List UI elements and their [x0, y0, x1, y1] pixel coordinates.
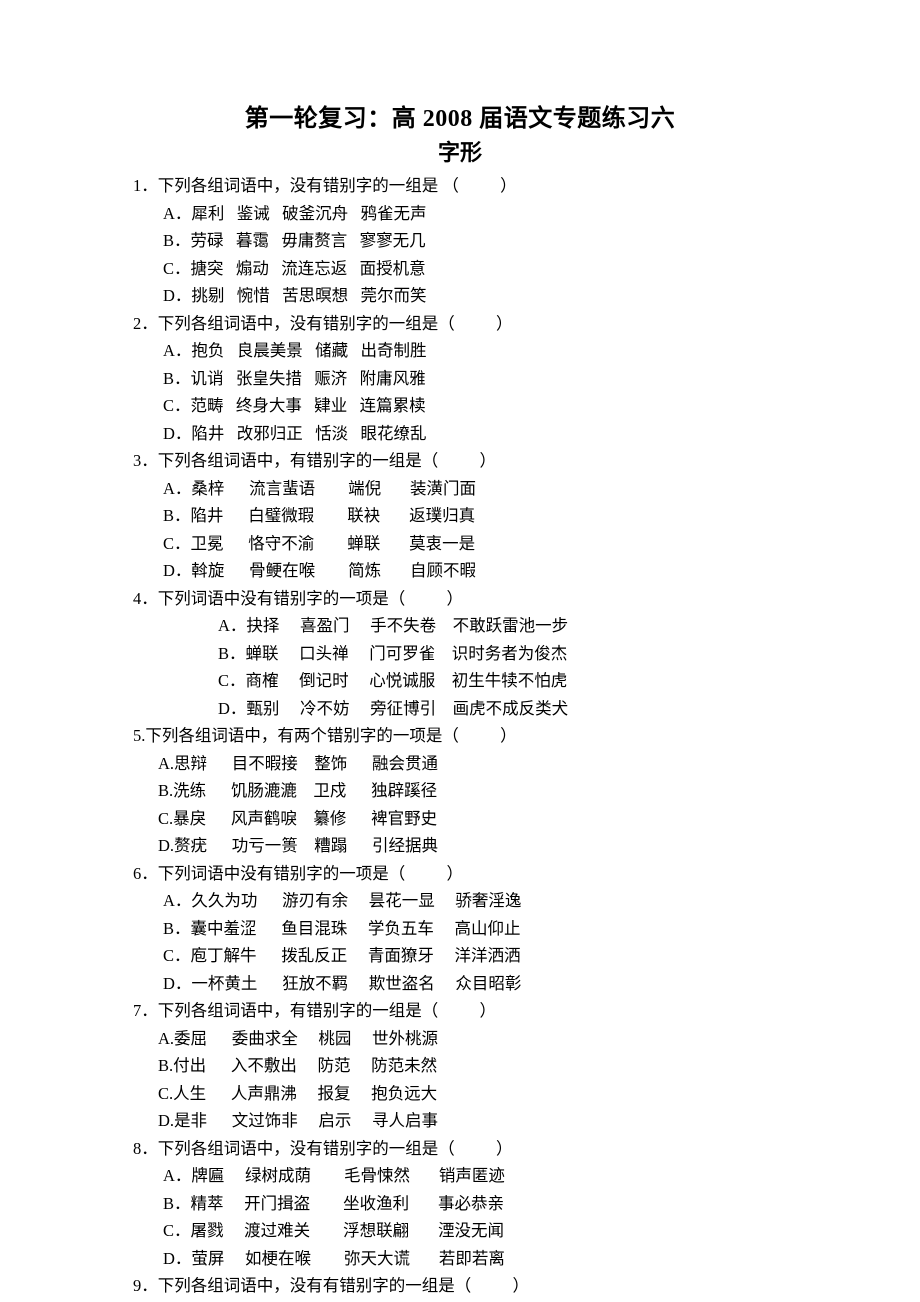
question-stem: 4．下列词语中没有错别字的一项是（ ）: [133, 588, 463, 608]
question-stem: 7．下列各组词语中，有错别字的一组是（ ）: [133, 1001, 496, 1021]
question-stem: 2．下列各组词语中，没有错别字的一组是（ ）: [133, 313, 513, 333]
question-stem: 8．下列各组词语中，没有错别字的一组是（ ）: [133, 1138, 513, 1158]
question-stem: 3．下列各组词语中，有错别字的一组是（ ）: [133, 451, 496, 471]
question-option[interactable]: A．久久为功 游刃有余 昙花一显 骄奢淫逸: [0, 887, 920, 915]
question-option[interactable]: D．陷井 改邪归正 恬淡 眼花缭乱: [0, 420, 920, 448]
question-option[interactable]: D．甄别 冷不妨 旁征博引 画虎不成反类犬: [0, 695, 920, 723]
option-list: A．抉择 喜盈门 手不失卷 不敢跃雷池一步 B．蝉联 口头禅 门可罗雀 识时务者为…: [0, 612, 920, 722]
question-block: 5.下列各组词语中，有两个错别字的一项是（ ） A.思辩 目不暇接 整饰 融会贯通…: [0, 722, 920, 860]
question-option[interactable]: B.洗练 饥肠漉漉 卫戍 独辟蹊径: [0, 777, 920, 805]
question-option[interactable]: C．卫冕 恪守不渝 蝉联 莫衷一是: [0, 530, 920, 558]
question-option[interactable]: A．抉择 喜盈门 手不失卷 不敢跃雷池一步: [0, 612, 920, 640]
question-option[interactable]: B．囊中羞涩 鱼目混珠 学负五车 高山仰止: [0, 915, 920, 943]
question-option[interactable]: B．劳碌 暮霭 毋庸赘言 寥寥无几: [0, 227, 920, 255]
question-option[interactable]: A．犀利 鉴诫 破釜沉舟 鸦雀无声: [0, 200, 920, 228]
question-option[interactable]: A．牌匾 绿树成荫 毛骨悚然 销声匿迹: [0, 1162, 920, 1190]
question-option[interactable]: C．搪突 煽动 流连忘返 面授机意: [0, 255, 920, 283]
question-stem: 5.下列各组词语中，有两个错别字的一项是（ ）: [133, 726, 517, 746]
question-option[interactable]: C.人生 人声鼎沸 报复 抱负远大: [0, 1080, 920, 1108]
question-option[interactable]: B．陷井 白璧微瑕 联袂 返璞归真: [0, 502, 920, 530]
question-option[interactable]: A．桑梓 流言蜚语 端倪 装潢门面: [0, 475, 920, 503]
question-option[interactable]: C．屠戮 渡过难关 浮想联翩 湮没无闻: [0, 1217, 920, 1245]
option-list: A．桑梓 流言蜚语 端倪 装潢门面 B．陷井 白璧微瑕 联袂 返璞归真 C．卫冕 恪…: [0, 475, 920, 585]
question-option[interactable]: C．庖丁解牛 拨乱反正 青面獠牙 洋洋洒洒: [0, 942, 920, 970]
question-block: 6．下列词语中没有错别字的一项是（ ） A．久久为功 游刃有余 昙花一显 骄奢淫逸…: [0, 860, 920, 998]
question-option[interactable]: B．讥诮 张皇失措 赈济 附庸风雅: [0, 365, 920, 393]
question-option[interactable]: D.赘疣 功亏一篑 糟蹋 引经据典: [0, 832, 920, 860]
question-block: 2．下列各组词语中，没有错别字的一组是（ ） A．抱负 良晨美景 储藏 出奇制胜 B…: [0, 310, 920, 448]
question-option[interactable]: C．商榷 倒记时 心悦诚服 初生牛犊不怕虎: [0, 667, 920, 695]
question-block: 8．下列各组词语中，没有错别字的一组是（ ） A．牌匾 绿树成荫 毛骨悚然 销声匿…: [0, 1135, 920, 1273]
question-block: 3．下列各组词语中，有错别字的一组是（ ） A．桑梓 流言蜚语 端倪 装潢门面 B．…: [0, 447, 920, 585]
question-option[interactable]: D．斡旋 骨鲠在喉 简炼 自顾不暇: [0, 557, 920, 585]
question-block: 9．下列各组词语中，没有有错别字的一组是（ ）A．桑梓 流言蜚语 端绪 装潢门面…: [0, 1272, 920, 1302]
option-list: A．犀利 鉴诫 破釜沉舟 鸦雀无声 B．劳碌 暮霭 毋庸赘言 寥寥无几 C．搪突 煽…: [0, 200, 920, 310]
question-option[interactable]: D．挑剔 惋惜 苦思暝想 莞尔而笑: [0, 282, 920, 310]
option-list: A.委屈 委曲求全 桃园 世外桃源 B.付出 入不敷出 防范 防范未然 C.人生 人…: [0, 1025, 920, 1135]
question-option[interactable]: D．萤屏 如梗在喉 弥天大谎 若即若离: [0, 1245, 920, 1273]
question-block: 7．下列各组词语中，有错别字的一组是（ ） A.委屈 委曲求全 桃园 世外桃源 B.…: [0, 997, 920, 1135]
question-option[interactable]: B.付出 入不敷出 防范 防范未然: [0, 1052, 920, 1080]
document-page: 第一轮复习：高 2008 届语文专题练习六 字形 1．下列各组词语中，没有错别字…: [0, 0, 920, 1302]
question-option[interactable]: D．一杯黄土 狂放不羁 欺世盗名 众目昭彰: [0, 970, 920, 998]
question-option[interactable]: A.思辩 目不暇接 整饰 融会贯通: [0, 750, 920, 778]
question-list: 1．下列各组词语中，没有错别字的一组是 （ ） A．犀利 鉴诫 破釜沉舟 鸦雀无声…: [0, 166, 920, 1302]
question-stem: 6．下列词语中没有错别字的一项是（ ）: [133, 863, 463, 883]
question-option[interactable]: C．范畴 终身大事 肄业 连篇累椟: [0, 392, 920, 420]
question-block: 4．下列词语中没有错别字的一项是（ ） A．抉择 喜盈门 手不失卷 不敢跃雷池一步…: [0, 585, 920, 723]
question-stem: 1．下列各组词语中，没有错别字的一组是 （ ）: [133, 176, 517, 196]
option-list: A.思辩 目不暇接 整饰 融会贯通 B.洗练 饥肠漉漉 卫戍 独辟蹊径 C.暴戾 风…: [0, 750, 920, 860]
question-option[interactable]: A.委屈 委曲求全 桃园 世外桃源: [0, 1025, 920, 1053]
option-list: A．抱负 良晨美景 储藏 出奇制胜 B．讥诮 张皇失措 赈济 附庸风雅 C．范畴 终…: [0, 337, 920, 447]
option-list: A．牌匾 绿树成荫 毛骨悚然 销声匿迹 B．精萃 开门揖盗 坐收渔利 事必恭亲 C．…: [0, 1162, 920, 1272]
question-option[interactable]: B．蝉联 口头禅 门可罗雀 识时务者为俊杰: [0, 640, 920, 668]
question-stem: 9．下列各组词语中，没有有错别字的一组是（ ）: [133, 1276, 529, 1296]
page-subtitle: 字形: [437, 140, 482, 165]
question-block: 1．下列各组词语中，没有错别字的一组是 （ ） A．犀利 鉴诫 破釜沉舟 鸦雀无声…: [0, 172, 920, 310]
page-title: 第一轮复习：高 2008 届语文专题练习六: [244, 106, 676, 132]
question-option[interactable]: B．精萃 开门揖盗 坐收渔利 事必恭亲: [0, 1190, 920, 1218]
question-option[interactable]: C.暴戾 风声鹤唳 纂修 裨官野史: [0, 805, 920, 833]
option-list: A．久久为功 游刃有余 昙花一显 骄奢淫逸 B．囊中羞涩 鱼目混珠 学负五车 高山…: [0, 887, 920, 997]
question-option[interactable]: A．抱负 良晨美景 储藏 出奇制胜: [0, 337, 920, 365]
question-option[interactable]: D.是非 文过饰非 启示 寻人启事: [0, 1107, 920, 1135]
